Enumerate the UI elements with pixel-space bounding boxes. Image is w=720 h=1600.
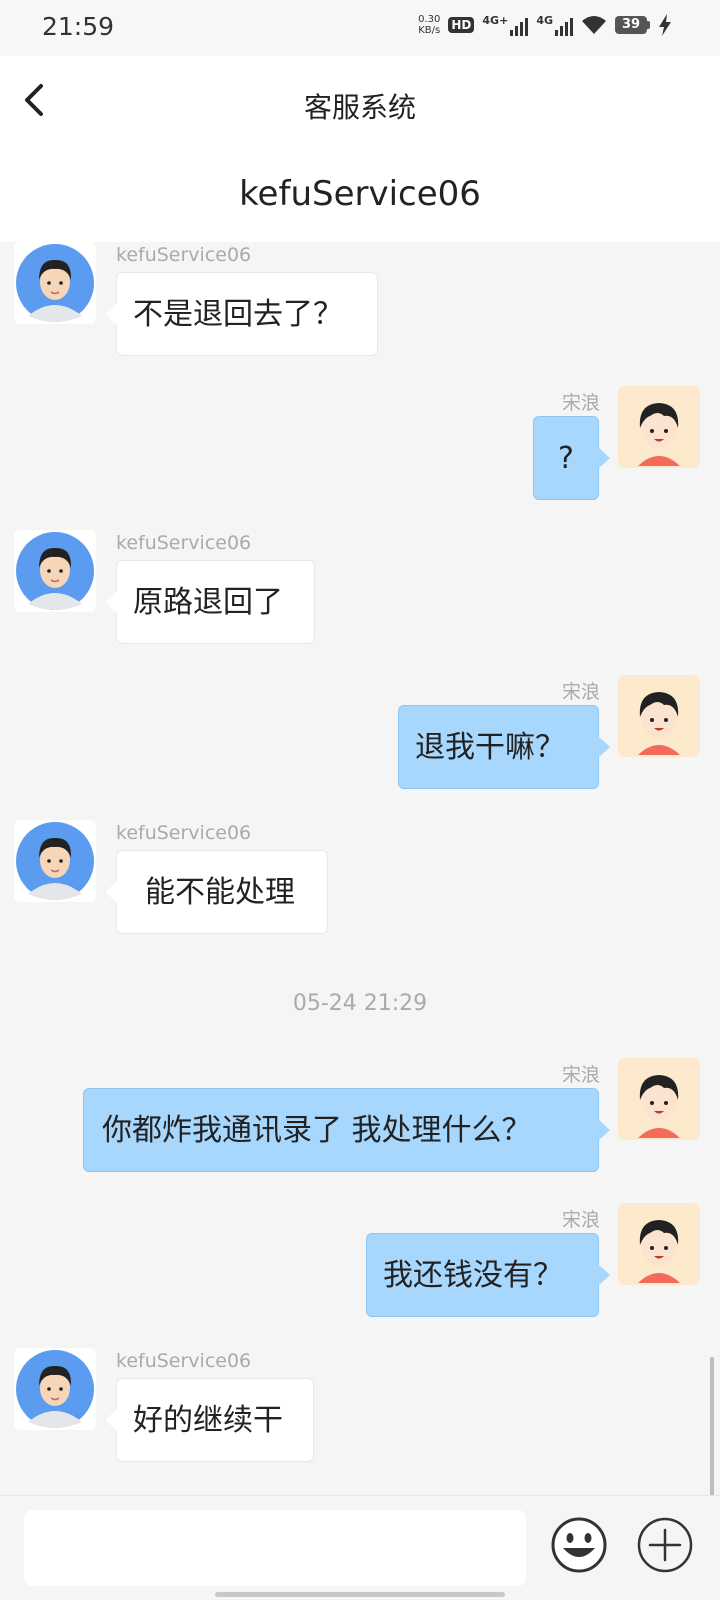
emoji-button[interactable] (550, 1516, 608, 1574)
wifi-icon (582, 16, 606, 34)
agent-avatar-icon (16, 532, 94, 610)
sim2-network-type: 4G (536, 14, 553, 27)
home-indicator[interactable] (215, 1592, 505, 1597)
sim1-network-type: 4G+ (482, 14, 509, 27)
network-speed-value: 0.30 (418, 14, 441, 25)
user-avatar-icon (638, 692, 680, 755)
agent-avatar-icon (16, 244, 94, 322)
user-avatar-icon (638, 1220, 680, 1283)
message-sender: 宋浪 (561, 681, 600, 703)
more-options-button[interactable] (636, 1516, 694, 1574)
agent-avatar[interactable] (14, 530, 96, 612)
user-avatar[interactable] (618, 386, 700, 468)
message-sender: 宋浪 (561, 1209, 600, 1231)
smiley-face-icon (551, 1517, 607, 1573)
chat-partner-name: kefuService06 (239, 174, 481, 214)
agent-avatar-icon (16, 822, 94, 900)
hd-icon: HD (448, 17, 475, 33)
battery-icon: 39 (615, 16, 650, 34)
message-sender: kefuService06 (116, 532, 252, 554)
agent-avatar[interactable] (14, 1348, 96, 1430)
user-avatar[interactable] (618, 1203, 700, 1285)
message-sender: kefuService06 (116, 1350, 252, 1372)
signal-sim1-icon: 4G+ (482, 14, 529, 36)
message-sender: kefuService06 (116, 244, 252, 266)
status-bar: 21:59 0.30 KB/s HD 4G+ 4G 39 (0, 0, 720, 56)
message-input[interactable] (24, 1510, 526, 1586)
message-bubble[interactable]: 我还钱没有？ (366, 1233, 610, 1317)
network-speed: 0.30 KB/s (418, 14, 440, 36)
message-bubble[interactable]: 能不能处理 (105, 850, 328, 934)
status-time: 21:59 (42, 12, 115, 41)
message-bubble[interactable]: ? (533, 416, 610, 500)
message-bubble[interactable]: 你都炸我通讯录了 我处理什么？ (83, 1088, 610, 1172)
message-bubble[interactable]: 好的继续干 (105, 1378, 314, 1462)
input-bar (0, 1495, 720, 1600)
user-avatar-icon (638, 403, 680, 466)
battery-level: 39 (615, 16, 647, 34)
message-sender: 宋浪 (561, 1064, 600, 1086)
message-sender: kefuService06 (116, 822, 252, 844)
agent-avatar-icon (16, 1350, 94, 1428)
user-avatar-icon (638, 1075, 680, 1138)
message-bubble[interactable]: 不是退回去了？ (105, 272, 378, 356)
status-icons: 0.30 KB/s HD 4G+ 4G 39 (418, 14, 672, 36)
charging-icon (659, 14, 671, 36)
user-avatar[interactable] (618, 675, 700, 757)
plus-circle-icon (637, 1517, 693, 1573)
user-avatar[interactable] (618, 1058, 700, 1140)
chat-header: 客服系统 kefuService06 (0, 56, 720, 242)
message-bubble[interactable]: 原路退回了 (105, 560, 315, 644)
message-list[interactable]: kefuService06 不是退回去了？ 宋浪 ? kefuService06… (0, 242, 720, 1577)
agent-avatar[interactable] (14, 242, 96, 324)
agent-avatar[interactable] (14, 820, 96, 902)
chat-timestamp: 05-24 21:29 (292, 991, 428, 1016)
message-sender: 宋浪 (561, 392, 600, 414)
message-bubble[interactable]: 退我干嘛？ (398, 705, 610, 789)
network-speed-unit: KB/s (418, 25, 441, 36)
page-title: 客服系统 (303, 91, 416, 124)
signal-sim2-icon: 4G (536, 14, 573, 36)
